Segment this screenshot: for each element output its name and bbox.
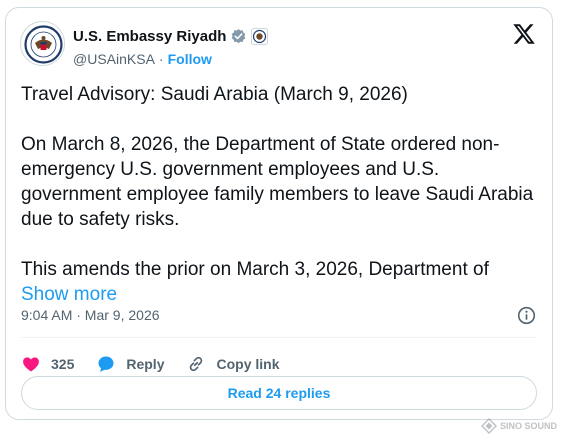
copy-link-button[interactable]: Copy link — [186, 354, 280, 374]
author-display-name[interactable]: U.S. Embassy Riyadh — [73, 28, 226, 45]
avatar[interactable] — [20, 21, 65, 66]
copy-link-label: Copy link — [216, 356, 280, 372]
info-icon[interactable] — [517, 306, 536, 325]
tweet-paragraph-continued: This amends the prior on March 3, 2026, … — [21, 257, 541, 307]
like-count: 325 — [51, 356, 75, 372]
reply-label: Reply — [126, 356, 165, 372]
tweet-timestamp[interactable]: 9:04 AM · Mar 9, 2026 — [21, 307, 160, 323]
tweet-paragraph-truncated: This amends the prior on March 3, 2026, … — [21, 259, 489, 280]
author-handle-row: @USAinKSA · Follow — [73, 51, 212, 67]
page: U.S. Embassy Riyadh @USAinKSA · Follow T… — [0, 0, 563, 440]
verified-badge-icon — [230, 28, 247, 45]
reply-button[interactable]: Reply — [96, 354, 164, 374]
read-replies-label: Read 24 replies — [227, 385, 331, 401]
watermark-line: SINO SOUND — [499, 420, 557, 431]
x-logo-icon[interactable] — [512, 22, 536, 46]
author-name-row: U.S. Embassy Riyadh — [73, 26, 269, 46]
like-button[interactable]: 325 — [21, 354, 74, 374]
tweet-paragraph-main: On March 8, 2026, the Department of Stat… — [21, 134, 534, 230]
follow-button[interactable]: Follow — [168, 51, 212, 67]
tweet-body: Travel Advisory: Saudi Arabia (March 9, … — [21, 82, 541, 307]
heart-icon — [23, 357, 39, 372]
watermark-logo-icon — [480, 418, 497, 434]
author-handle[interactable]: @USAinKSA — [73, 51, 155, 67]
divider — [21, 337, 537, 338]
embassy-seal-icon — [21, 22, 64, 65]
watermark: SINO SOUND — [480, 418, 557, 434]
show-more-link[interactable]: Show more — [21, 284, 117, 305]
watermark-text: SINO SOUND — [499, 420, 557, 431]
tweet-paragraph-title: Travel Advisory: Saudi Arabia (March 9, … — [21, 84, 408, 105]
government-seal-icon — [251, 27, 269, 45]
link-icon — [190, 356, 203, 372]
tweet-card: U.S. Embassy Riyadh @USAinKSA · Follow T… — [5, 7, 553, 420]
read-replies-button[interactable]: Read 24 replies — [21, 376, 537, 410]
separator-dot: · — [158, 51, 164, 67]
reply-bubble-icon — [98, 356, 114, 372]
